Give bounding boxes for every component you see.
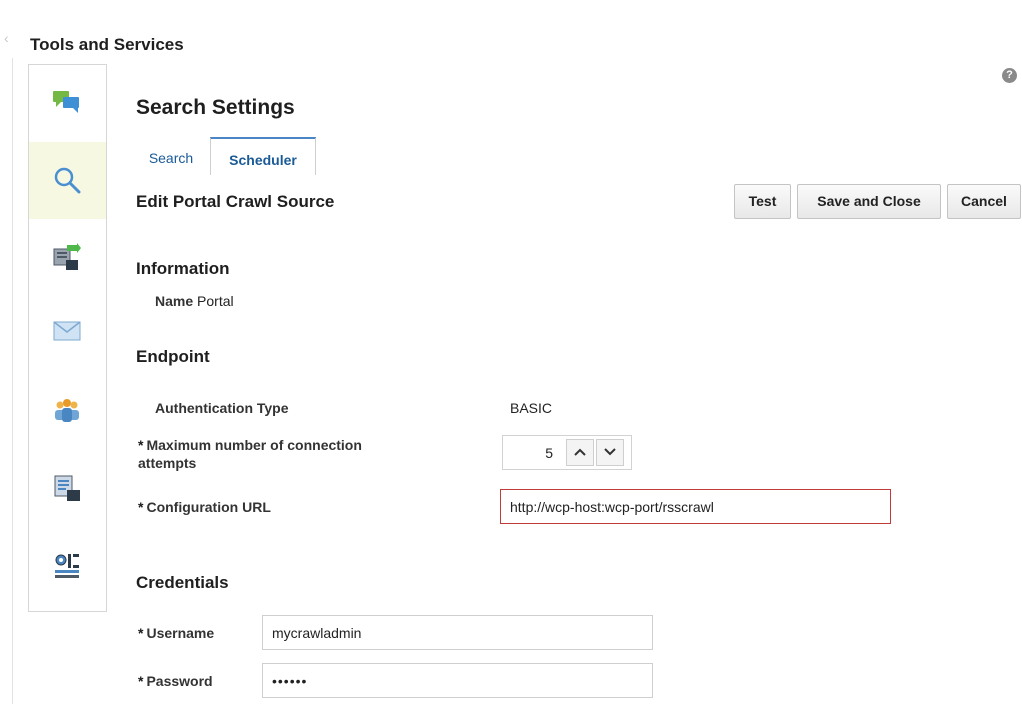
required-marker: * bbox=[138, 437, 144, 453]
max-attempts-label: * Maximum number of connection attempts bbox=[138, 437, 362, 471]
form-title: Edit Portal Crawl Source bbox=[136, 192, 335, 211]
config-url-label: * Configuration URL bbox=[138, 499, 271, 515]
information-heading: Information bbox=[136, 259, 230, 278]
envelope-icon bbox=[53, 321, 81, 341]
search-icon bbox=[54, 167, 81, 194]
export-document-icon bbox=[53, 243, 81, 270]
auth-type-value: BASIC bbox=[510, 400, 553, 416]
name-label: Name Portal bbox=[155, 293, 234, 309]
tool-people[interactable] bbox=[29, 373, 106, 450]
max-attempts-value: 5 bbox=[545, 445, 553, 461]
config-url-input[interactable]: http://wcp-host:wcp-port/rsscrawl bbox=[500, 489, 891, 524]
password-label: * Password bbox=[138, 673, 213, 689]
required-marker: * bbox=[138, 499, 144, 515]
max-attempts-stepper[interactable]: 5 bbox=[502, 435, 632, 470]
chevron-down-icon bbox=[604, 448, 616, 456]
help-icon[interactable]: ? bbox=[1002, 68, 1017, 83]
auth-type-label: Authentication Type bbox=[155, 400, 289, 416]
tab-search[interactable]: Search bbox=[136, 137, 206, 175]
collapse-panel-icon[interactable]: ‹ bbox=[4, 30, 9, 46]
tools-toolbar bbox=[28, 64, 107, 612]
name-value: Portal bbox=[197, 293, 234, 309]
document-computer-icon bbox=[54, 475, 80, 501]
username-input[interactable]: mycrawladmin bbox=[262, 615, 653, 650]
tool-mail[interactable] bbox=[29, 296, 106, 373]
tool-network[interactable] bbox=[29, 527, 106, 604]
endpoint-heading: Endpoint bbox=[136, 347, 210, 366]
credentials-heading: Credentials bbox=[136, 573, 229, 592]
chevron-up-icon bbox=[574, 448, 586, 456]
tool-document[interactable] bbox=[29, 450, 106, 527]
tool-export[interactable] bbox=[29, 219, 106, 296]
people-icon bbox=[55, 399, 79, 422]
username-label: * Username bbox=[138, 625, 215, 641]
network-settings-icon bbox=[55, 554, 79, 578]
required-marker: * bbox=[138, 625, 144, 641]
panel-title: Tools and Services bbox=[30, 35, 184, 54]
tab-scheduler[interactable]: Scheduler bbox=[210, 137, 316, 175]
tool-messages[interactable] bbox=[29, 65, 106, 142]
test-button[interactable]: Test bbox=[734, 184, 791, 219]
panel-divider bbox=[12, 58, 13, 704]
password-input[interactable]: •••••• bbox=[262, 663, 653, 698]
save-and-close-button[interactable]: Save and Close bbox=[797, 184, 941, 219]
required-marker: * bbox=[138, 673, 144, 689]
increment-button[interactable] bbox=[566, 439, 594, 466]
chat-bubbles-icon bbox=[53, 91, 79, 113]
page-title: Search Settings bbox=[136, 96, 295, 119]
cancel-button[interactable]: Cancel bbox=[947, 184, 1021, 219]
tool-search[interactable] bbox=[29, 142, 106, 219]
decrement-button[interactable] bbox=[596, 439, 624, 466]
